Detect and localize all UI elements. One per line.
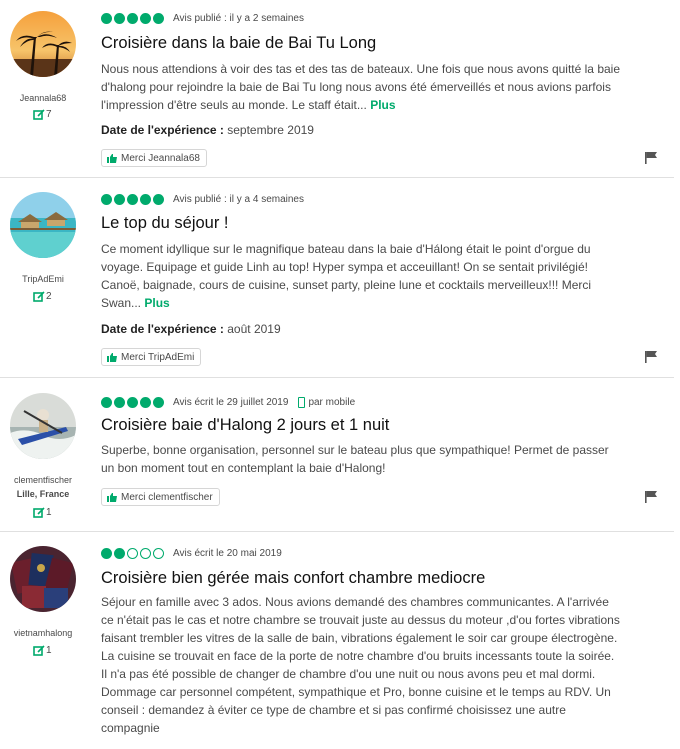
rating-bubble-empty xyxy=(153,548,164,559)
pencil-icon xyxy=(33,109,45,120)
username[interactable]: clementfischer xyxy=(0,475,86,485)
rating-bubble xyxy=(140,13,151,24)
rating-bubble xyxy=(127,194,138,205)
kayaker-avatar xyxy=(10,393,76,459)
more-link[interactable]: Plus xyxy=(370,98,395,112)
review-text: Superbe, bonne organisation, personnel s… xyxy=(101,441,621,477)
flag-icon[interactable] xyxy=(645,491,657,503)
avatar[interactable] xyxy=(10,192,76,258)
phone-icon xyxy=(298,397,306,408)
rating-bubble xyxy=(114,194,125,205)
rating-bubble xyxy=(114,13,125,24)
rating-bubble xyxy=(140,397,151,408)
thumbs-up-icon xyxy=(107,352,117,362)
review-text-content: Nous nous attendions à voir des tas et d… xyxy=(101,62,621,112)
bubble-rating: Avis publié : il y a 2 semaines xyxy=(101,13,304,24)
flag-icon[interactable] xyxy=(645,351,657,363)
user-location: Lille, France xyxy=(16,489,70,499)
review-text: Séjour en famille avec 3 ados. Nous avio… xyxy=(101,593,621,737)
review-divider xyxy=(0,377,674,378)
thank-button[interactable]: Merci Jeannala68 xyxy=(101,149,207,167)
experience-date: Date de l'expérience : septembre 2019 xyxy=(101,123,314,137)
avatar[interactable] xyxy=(10,546,76,612)
review-text: Nous nous attendions à voir des tas et d… xyxy=(101,60,621,114)
contribution-number: 1 xyxy=(46,507,52,518)
thank-button-label: Merci Jeannala68 xyxy=(121,152,200,164)
experience-date-label: Date de l'expérience : xyxy=(101,123,224,137)
rating-bubble xyxy=(127,397,138,408)
review-text-content: Superbe, bonne organisation, personnel s… xyxy=(101,443,609,475)
thank-button[interactable]: Merci clementfischer xyxy=(101,488,220,506)
review-text-content: Séjour en famille avec 3 ados. Nous avio… xyxy=(101,595,620,735)
rating-bubble xyxy=(101,13,112,24)
rating-bubble xyxy=(153,13,164,24)
more-link[interactable]: Plus xyxy=(144,296,169,310)
rating-bubble xyxy=(114,397,125,408)
username[interactable]: vietnamhalong xyxy=(0,628,86,638)
contribution-number: 7 xyxy=(46,109,52,120)
contribution-number: 2 xyxy=(46,291,52,302)
avatar[interactable] xyxy=(10,11,76,77)
review-divider xyxy=(0,531,674,532)
pencil-icon xyxy=(33,291,45,302)
pencil-icon xyxy=(33,507,45,518)
rating-bubble-empty xyxy=(127,548,138,559)
contribution-count: 1 xyxy=(33,645,52,656)
mobile-indicator: par mobile xyxy=(298,397,355,408)
review-date: Avis écrit le 29 juillet 2019 xyxy=(173,397,289,408)
bubble-rating: Avis écrit le 29 juillet 2019 par mobile xyxy=(101,397,355,408)
username[interactable]: Jeannala68 xyxy=(0,93,86,103)
palm-trees-sunset-avatar xyxy=(10,11,76,77)
contribution-count: 7 xyxy=(33,109,52,120)
passports-avatar xyxy=(10,546,76,612)
thumbs-up-icon xyxy=(107,153,117,163)
thank-button[interactable]: Merci TripAdEmi xyxy=(101,348,202,366)
review-date: Avis publié : il y a 4 semaines xyxy=(173,194,304,205)
review-date: Avis écrit le 20 mai 2019 xyxy=(173,548,282,559)
experience-date: Date de l'expérience : août 2019 xyxy=(101,322,281,336)
rating-bubble xyxy=(140,194,151,205)
rating-bubble-empty xyxy=(140,548,151,559)
flag-icon[interactable] xyxy=(645,152,657,164)
experience-date-value: août 2019 xyxy=(227,322,281,336)
thank-button-label: Merci clementfischer xyxy=(121,491,213,503)
review-title[interactable]: Le top du séjour ! xyxy=(101,214,229,233)
rating-bubble xyxy=(101,194,112,205)
rating-bubble xyxy=(101,548,112,559)
review-title[interactable]: Croisière baie d'Halong 2 jours et 1 nui… xyxy=(101,416,389,435)
review-text-content: Ce moment idyllique sur le magnifique ba… xyxy=(101,242,592,310)
contribution-number: 1 xyxy=(46,645,52,656)
review-text: Ce moment idyllique sur le magnifique ba… xyxy=(101,240,621,312)
overwater-bungalow-avatar xyxy=(10,192,76,258)
review-divider xyxy=(0,177,674,178)
username[interactable]: TripAdEmi xyxy=(0,274,86,284)
review-date: Avis publié : il y a 2 semaines xyxy=(173,13,304,24)
rating-bubble xyxy=(153,194,164,205)
contribution-count: 2 xyxy=(33,291,52,302)
experience-date-value: septembre 2019 xyxy=(227,123,314,137)
rating-bubble xyxy=(153,397,164,408)
rating-bubble xyxy=(127,13,138,24)
pencil-icon xyxy=(33,645,45,656)
review-title[interactable]: Croisière dans la baie de Bai Tu Long xyxy=(101,34,376,53)
experience-date-label: Date de l'expérience : xyxy=(101,322,224,336)
rating-bubble xyxy=(114,548,125,559)
avatar[interactable] xyxy=(10,393,76,459)
thank-button-label: Merci TripAdEmi xyxy=(121,351,195,363)
review-title[interactable]: Croisière bien gérée mais confort chambr… xyxy=(101,569,485,588)
bubble-rating: Avis publié : il y a 4 semaines xyxy=(101,194,304,205)
bubble-rating: Avis écrit le 20 mai 2019 xyxy=(101,548,282,559)
mobile-label: par mobile xyxy=(308,397,356,408)
contribution-count: 1 xyxy=(33,507,52,518)
thumbs-up-icon xyxy=(107,492,117,502)
rating-bubble xyxy=(101,397,112,408)
